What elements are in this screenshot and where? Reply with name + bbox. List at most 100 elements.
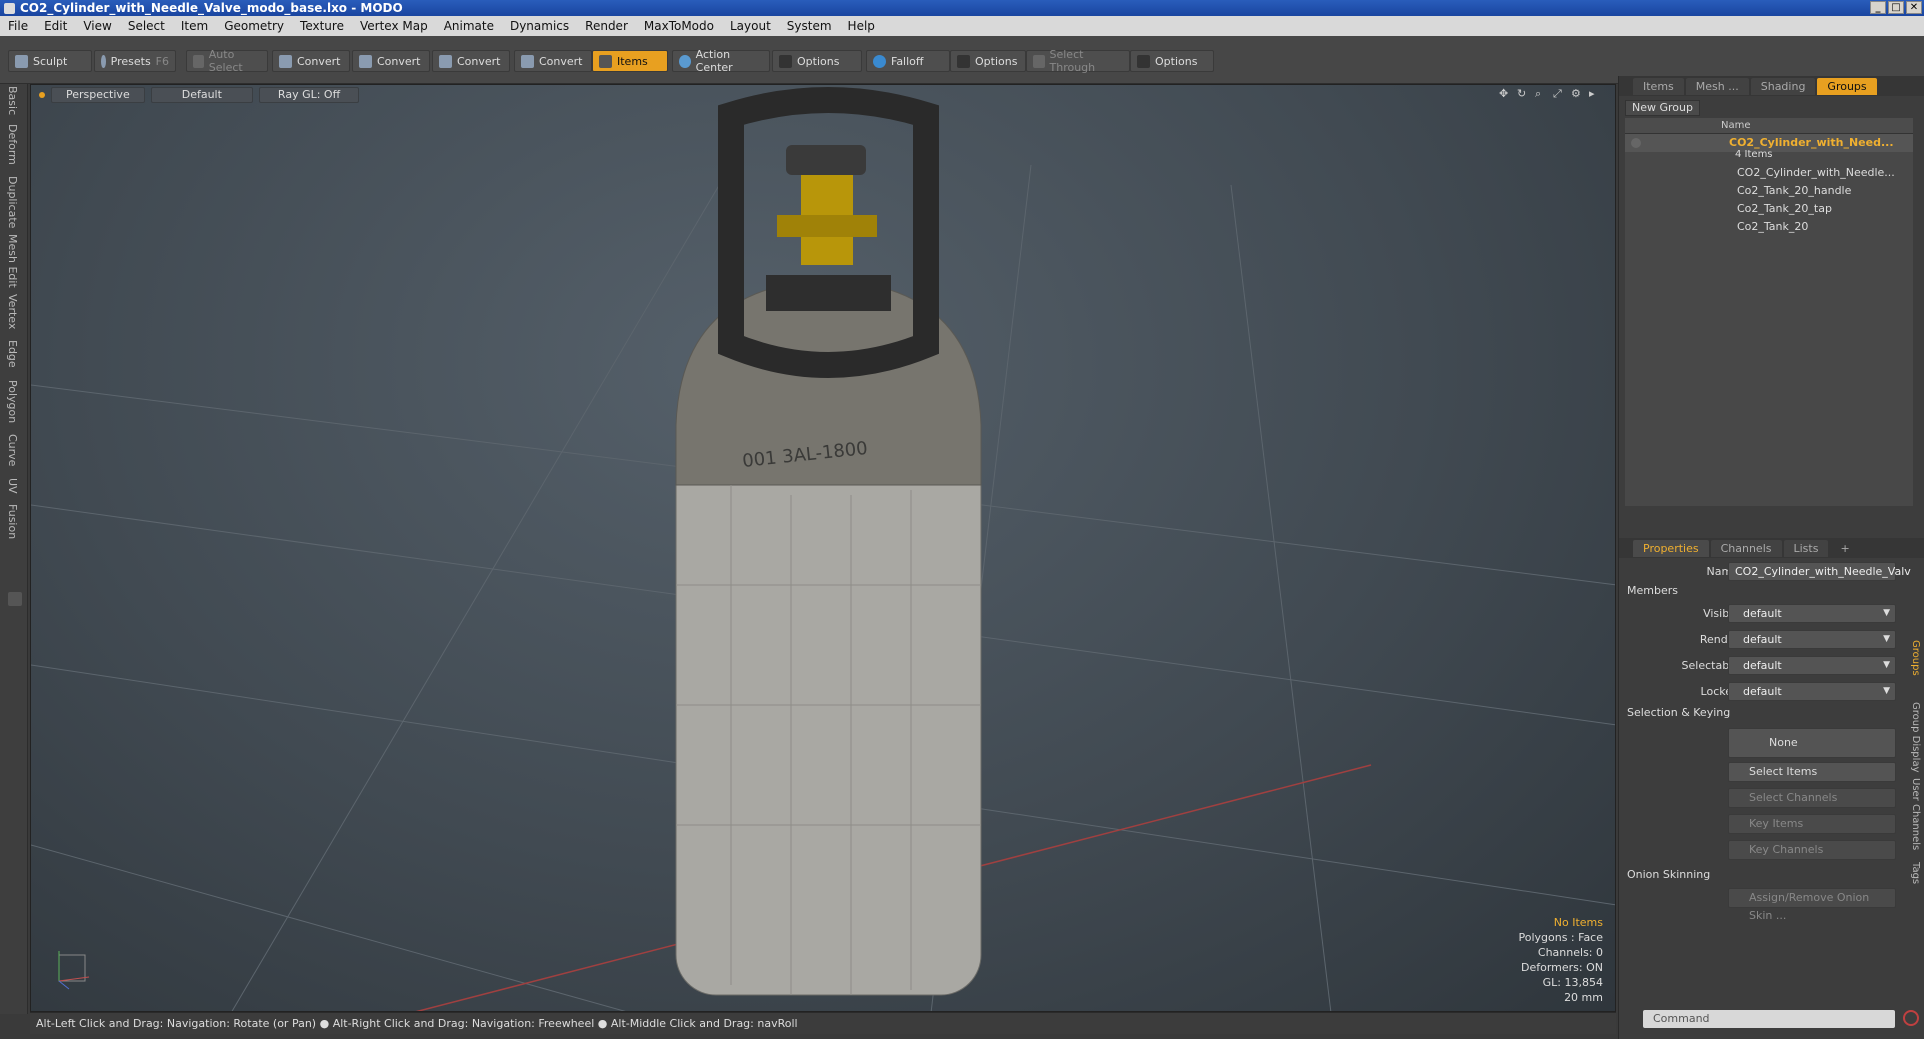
menu-item[interactable]: Item bbox=[173, 19, 216, 33]
tab-basic[interactable]: Basic bbox=[6, 86, 19, 115]
group-child-row[interactable]: CO2_Cylinder_with_Needle... bbox=[1625, 164, 1913, 182]
auto-select-button[interactable]: Auto Select bbox=[186, 48, 268, 74]
zoom-icon[interactable]: ⌕ bbox=[1535, 88, 1547, 100]
tab-polygon[interactable]: Polygon bbox=[6, 380, 19, 423]
record-icon[interactable] bbox=[1903, 1010, 1919, 1026]
new-group-button[interactable]: New Group bbox=[1625, 100, 1700, 116]
action-center-button[interactable]: Action Center bbox=[672, 48, 770, 74]
visible-dropdown[interactable]: default ▼ bbox=[1728, 604, 1896, 623]
menu-view[interactable]: View bbox=[75, 19, 119, 33]
deformers-info: Deformers: ON bbox=[1521, 961, 1603, 974]
raygl-toggle[interactable]: Ray GL: Off bbox=[258, 87, 360, 103]
tab-properties[interactable]: Properties bbox=[1633, 539, 1709, 557]
pan-icon[interactable]: ✥ bbox=[1499, 88, 1511, 100]
tab-mesh-edit[interactable]: Mesh Edit bbox=[6, 234, 19, 288]
checkbox-icon bbox=[1137, 54, 1150, 68]
tab-curve[interactable]: Curve bbox=[6, 434, 19, 466]
maximize-button[interactable]: □ bbox=[1888, 1, 1904, 14]
tab-items[interactable]: Items bbox=[1633, 77, 1684, 95]
menu-animate[interactable]: Animate bbox=[436, 19, 502, 33]
group-child-row[interactable]: Co2_Tank_20_handle bbox=[1625, 182, 1913, 200]
panel-toggle[interactable] bbox=[8, 592, 22, 606]
menu-geometry[interactable]: Geometry bbox=[216, 19, 292, 33]
close-button[interactable]: ✕ bbox=[1906, 1, 1922, 14]
menu-maxtomodo[interactable]: MaxToModo bbox=[636, 19, 722, 33]
convert-icon bbox=[521, 54, 534, 68]
selectable-dropdown[interactable]: default ▼ bbox=[1728, 656, 1896, 675]
selection-keying-section[interactable]: Selection & Keying bbox=[1627, 706, 1730, 719]
key-channels-button[interactable]: Key Channels bbox=[1728, 840, 1896, 860]
menu-layout[interactable]: Layout bbox=[722, 19, 779, 33]
convert-button-4[interactable]: Convert bbox=[514, 50, 592, 72]
tab-duplicate[interactable]: Duplicate bbox=[6, 176, 19, 228]
sculpt-button[interactable]: Sculpt bbox=[8, 50, 92, 72]
add-tab-button[interactable]: + bbox=[1830, 540, 1859, 557]
name-field[interactable]: CO2_Cylinder_with_Needle_Valv bbox=[1728, 562, 1911, 581]
rotate-icon[interactable]: ↻ bbox=[1517, 88, 1529, 100]
fit-icon[interactable]: ⤢ bbox=[1553, 88, 1565, 100]
select-through-button[interactable]: Select Through bbox=[1026, 48, 1130, 74]
tab-edge[interactable]: Edge bbox=[6, 340, 19, 368]
menu-system[interactable]: System bbox=[779, 19, 840, 33]
side-tab-groups[interactable]: Groups bbox=[1910, 640, 1921, 676]
locked-dropdown[interactable]: default ▼ bbox=[1728, 682, 1896, 701]
assign-onion-skin-button[interactable]: Assign/Remove Onion Skin ... bbox=[1728, 888, 1896, 922]
key-items-button[interactable]: Key Items bbox=[1728, 814, 1896, 834]
options-button-1[interactable]: Options bbox=[772, 50, 862, 72]
command-input[interactable]: Command bbox=[1643, 1010, 1895, 1028]
tab-fusion[interactable]: Fusion bbox=[6, 504, 19, 539]
shading-dropdown[interactable]: Default bbox=[150, 87, 253, 103]
items-mode-button[interactable]: Items bbox=[592, 50, 668, 72]
members-section[interactable]: Members bbox=[1627, 584, 1678, 597]
menu-render[interactable]: Render bbox=[577, 19, 636, 33]
menu-dynamics[interactable]: Dynamics bbox=[502, 19, 577, 33]
select-channels-button[interactable]: Select Channels bbox=[1728, 788, 1896, 808]
menu-texture[interactable]: Texture bbox=[292, 19, 352, 33]
right-panel: Items Mesh ... Shading Groups New Group … bbox=[1618, 76, 1924, 1039]
item-tabs: Items Mesh ... Shading Groups bbox=[1619, 76, 1924, 96]
render-dropdown[interactable]: default ▼ bbox=[1728, 630, 1896, 649]
menu-help[interactable]: Help bbox=[840, 19, 883, 33]
3d-viewport[interactable]: 001 3AL-1800 Perspective Default Ray GL:… bbox=[30, 84, 1616, 1012]
tab-lists[interactable]: Lists bbox=[1783, 539, 1829, 557]
scene-render: 001 3AL-1800 bbox=[31, 87, 1615, 1011]
gear-icon[interactable]: ⚙ bbox=[1571, 88, 1583, 100]
visibility-icon[interactable] bbox=[1631, 138, 1641, 148]
tab-deform[interactable]: Deform bbox=[6, 124, 19, 165]
options-button-2[interactable]: Options bbox=[950, 50, 1026, 72]
tab-uv[interactable]: UV bbox=[6, 478, 19, 494]
none-button[interactable]: None bbox=[1728, 728, 1896, 758]
view-type-dropdown[interactable]: Perspective bbox=[51, 87, 145, 103]
onion-skinning-section[interactable]: Onion Skinning bbox=[1627, 868, 1710, 881]
convert-button-3[interactable]: Convert bbox=[432, 50, 510, 72]
menu-vertex-map[interactable]: Vertex Map bbox=[352, 19, 436, 33]
tab-groups[interactable]: Groups bbox=[1817, 77, 1877, 95]
groups-list: CO2_Cylinder_with_Need... 4 Items CO2_Cy… bbox=[1625, 134, 1913, 506]
viewport-menu-dot[interactable] bbox=[39, 92, 45, 98]
tab-vertex[interactable]: Vertex bbox=[6, 294, 19, 329]
locked-row: Locked default ▼ bbox=[1619, 682, 1919, 703]
minimize-button[interactable]: _ bbox=[1870, 1, 1886, 14]
menu-edit[interactable]: Edit bbox=[36, 19, 75, 33]
chevron-right-icon[interactable]: ▸ bbox=[1589, 88, 1601, 100]
tab-channels[interactable]: Channels bbox=[1710, 539, 1782, 557]
side-tab-group-display[interactable]: Group Display bbox=[1910, 702, 1921, 772]
title-bar: CO2_Cylinder_with_Needle_Valve_modo_base… bbox=[0, 0, 1924, 16]
convert-button-1[interactable]: Convert bbox=[272, 50, 350, 72]
tab-mesh[interactable]: Mesh ... bbox=[1685, 77, 1749, 95]
side-tab-tags[interactable]: Tags bbox=[1910, 862, 1921, 884]
options-button-3[interactable]: Options bbox=[1130, 50, 1214, 72]
presets-button[interactable]: Presets F6 bbox=[94, 50, 176, 72]
menu-file[interactable]: File bbox=[0, 19, 36, 33]
group-child-row[interactable]: Co2_Tank_20_tap bbox=[1625, 200, 1913, 218]
name-column-header[interactable]: Name bbox=[1721, 118, 1751, 134]
select-items-button[interactable]: Select Items bbox=[1728, 762, 1896, 782]
gl-info: GL: 13,854 bbox=[1542, 976, 1603, 989]
selectable-row: Selectable default ▼ bbox=[1619, 656, 1919, 677]
tab-shading[interactable]: Shading bbox=[1750, 77, 1816, 95]
menu-select[interactable]: Select bbox=[120, 19, 173, 33]
convert-button-2[interactable]: Convert bbox=[352, 50, 430, 72]
side-tab-user-channels[interactable]: User Channels bbox=[1910, 778, 1921, 850]
group-child-row[interactable]: Co2_Tank_20 bbox=[1625, 218, 1913, 236]
falloff-button[interactable]: Falloff bbox=[866, 50, 950, 72]
